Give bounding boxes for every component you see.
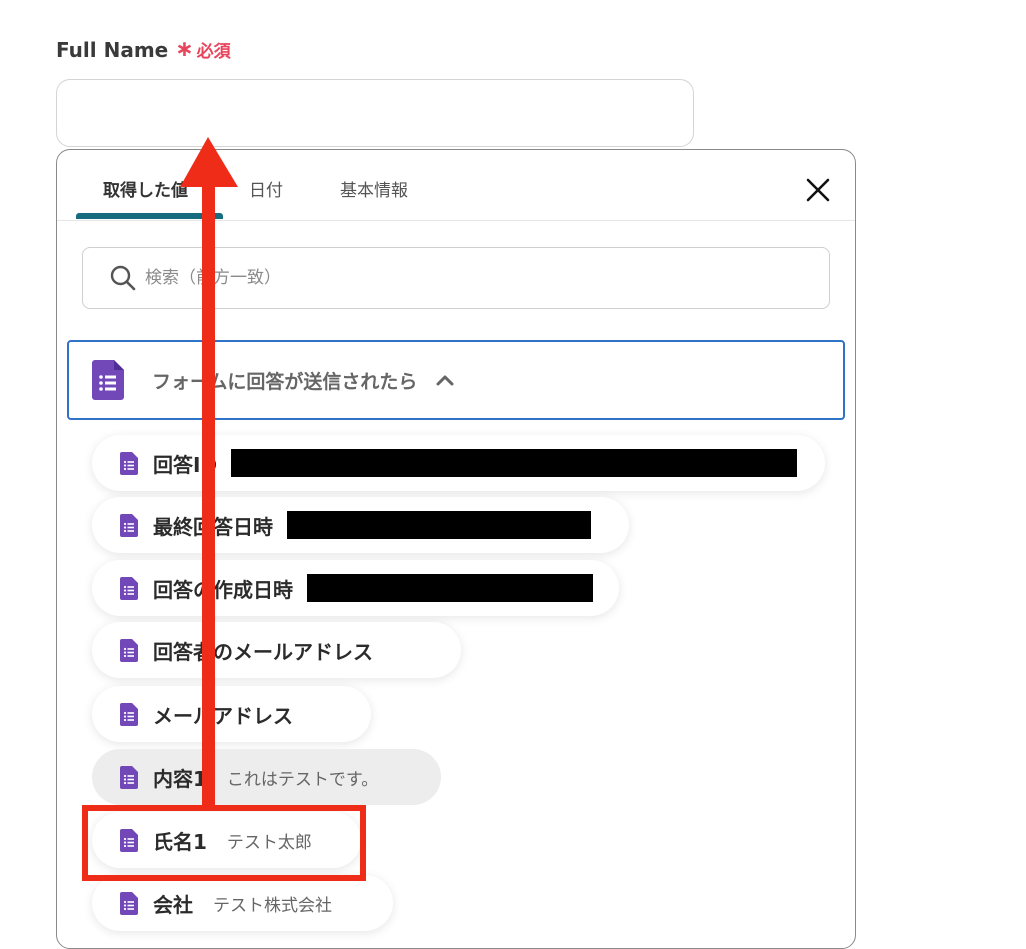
item-company[interactable]: 会社 テスト株式会社 [92, 875, 393, 931]
item-label: 最終回答日時 [153, 514, 273, 539]
item-content-1[interactable]: 内容1 これはテストです。 [92, 749, 441, 805]
item-label: 氏名1 [153, 829, 207, 854]
full-name-label-text: Full Name [56, 37, 169, 62]
item-value: これはテストです。 [226, 769, 379, 790]
redacted-value [287, 511, 591, 539]
item-label: 回答の作成日時 [153, 577, 293, 602]
item-created-at[interactable]: 回答の作成日時 [92, 560, 619, 616]
google-forms-icon [120, 702, 138, 726]
group-label: フォームに回答が送信されたら [152, 370, 418, 393]
google-forms-icon [120, 451, 138, 475]
search-box [82, 247, 830, 309]
tab-fetched-values[interactable]: 取得した値 [103, 176, 188, 201]
tab-date[interactable]: 日付 [249, 176, 283, 201]
close-icon[interactable] [803, 175, 833, 205]
chevron-up-icon[interactable] [435, 373, 455, 387]
required-badge: 必須 [196, 42, 231, 62]
search-input[interactable] [143, 267, 747, 289]
redacted-value [231, 449, 798, 477]
full-name-label: Full Name ∗ 必須 [56, 37, 231, 62]
item-response-id[interactable]: 回答ID [92, 435, 825, 491]
google-forms-icon [120, 638, 138, 662]
search-icon [110, 265, 136, 291]
full-name-input[interactable] [56, 79, 694, 147]
google-forms-icon [120, 765, 138, 789]
required-asterisk-icon: ∗ [175, 37, 194, 62]
value-picker-panel: 取得した値 日付 基本情報 フォームに回答が送信されたら [56, 149, 856, 949]
item-email[interactable]: メールアドレス [92, 686, 371, 742]
item-label: 内容1 [153, 766, 207, 791]
item-value: テスト太郎 [226, 832, 312, 853]
item-label: 会社 [153, 892, 193, 917]
item-name-1[interactable]: 氏名1 テスト太郎 [92, 812, 361, 868]
active-tab-indicator [76, 213, 223, 219]
google-forms-icon [120, 828, 138, 852]
panel-tabs: 取得した値 日付 基本情報 [57, 150, 855, 221]
google-forms-icon [120, 576, 138, 600]
item-respondent-email[interactable]: 回答者のメールアドレス [92, 622, 461, 678]
google-forms-icon [120, 891, 138, 915]
item-label: メールアドレス [153, 703, 293, 728]
google-forms-icon [92, 360, 124, 400]
item-last-answered-at[interactable]: 最終回答日時 [92, 497, 629, 553]
item-label: 回答者のメールアドレス [153, 639, 373, 664]
google-forms-icon [120, 513, 138, 537]
redacted-value [307, 574, 593, 602]
tab-basic-info[interactable]: 基本情報 [340, 176, 408, 201]
item-value: テスト株式会社 [213, 895, 332, 916]
group-form-submitted[interactable]: フォームに回答が送信されたら [67, 340, 845, 420]
item-label: 回答ID [153, 452, 218, 477]
